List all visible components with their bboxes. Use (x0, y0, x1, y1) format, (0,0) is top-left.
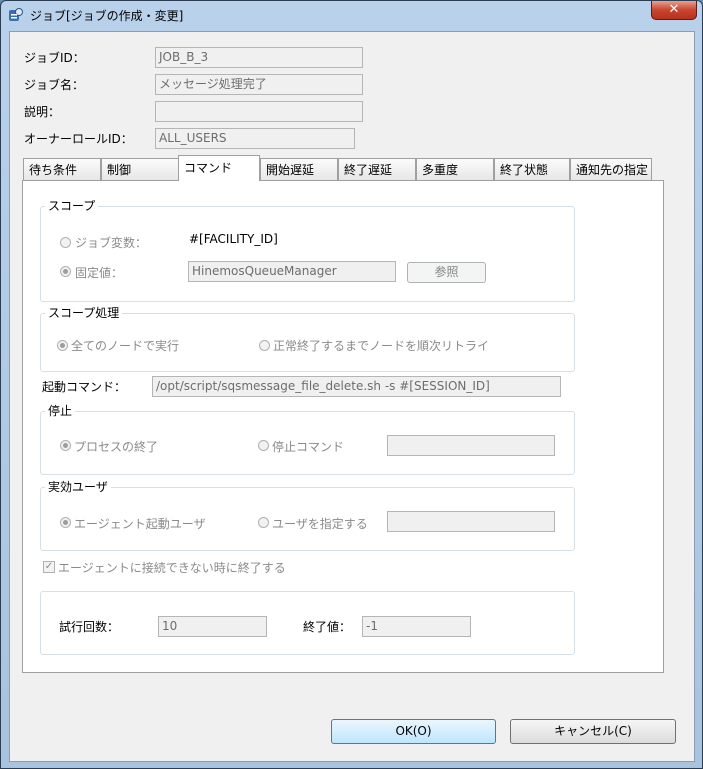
job-id-field[interactable]: JOB_B_3 (155, 47, 363, 68)
retry-count-label: 試行回数： (59, 620, 120, 634)
stop-group-title: 停止 (45, 402, 76, 419)
specify-user-label: ユーザを指定する (272, 517, 368, 531)
job-variable-label: ジョブ変数： (75, 236, 148, 250)
stop-command-field[interactable] (387, 435, 555, 456)
end-value-label: 終了値： (303, 620, 352, 634)
agent-disconnect-label: エージェントに接続できない時に終了する (58, 561, 286, 575)
agent-user-label: エージェント起動ユーザ (74, 517, 206, 531)
owner-role-label: オーナーロールID： (24, 132, 133, 146)
description-label: 説明： (24, 105, 61, 119)
job-name-label: ジョブ名： (24, 78, 85, 92)
retry-nodes-label: 正常終了するまでノードを順次リトライ (273, 339, 490, 353)
app-icon (9, 8, 23, 21)
job-name-field[interactable]: メッセージ処理完了 (155, 74, 363, 95)
dialog-window: ジョブ[ジョブの作成・変更] ✕ ジョブID： JOB_B_3 ジョブ名： メッ… (0, 0, 703, 769)
owner-role-field[interactable]: ALL_USERS (155, 128, 355, 149)
tab-wait-condition[interactable]: 待ち条件 (23, 158, 101, 180)
ok-button[interactable]: OK(O) (331, 719, 496, 744)
tab-start-delay[interactable]: 開始遅延 (260, 158, 338, 180)
tab-notification[interactable]: 通知先の指定 (570, 158, 652, 180)
tab-command[interactable]: コマンド (178, 155, 260, 181)
effective-user-title: 実効ユーザ (45, 478, 111, 495)
retry-count-field[interactable]: 10 (158, 616, 267, 637)
scope-processing-title: スコープ処理 (45, 304, 123, 321)
job-variable-value: #[FACILITY_ID] (189, 232, 278, 246)
cancel-button[interactable]: キャンセル(C) (510, 719, 676, 744)
all-nodes-label: 全てのノードで実行 (71, 339, 180, 353)
close-icon: ✕ (668, 2, 680, 17)
fixed-value-radio[interactable] (60, 266, 71, 277)
tab-end-status[interactable]: 終了状態 (494, 158, 570, 180)
specify-user-radio[interactable] (258, 517, 269, 528)
title-bar[interactable]: ジョブ[ジョブの作成・変更] ✕ (1, 1, 702, 29)
process-end-label: プロセスの終了 (74, 440, 159, 454)
tab-multiplicity[interactable]: 多重度 (416, 158, 494, 180)
start-command-label: 起動コマンド： (42, 380, 127, 394)
all-nodes-radio[interactable] (57, 340, 68, 351)
browse-button[interactable]: 参照 (407, 262, 486, 283)
scope-group (40, 206, 575, 302)
fixed-value-label: 固定値： (75, 266, 124, 280)
stop-command-label: 停止コマンド (272, 440, 345, 454)
job-id-label: ジョブID： (24, 51, 85, 65)
close-button[interactable]: ✕ (651, 1, 697, 20)
effective-user-field[interactable] (387, 511, 555, 532)
job-variable-radio[interactable] (60, 237, 71, 248)
description-field[interactable] (155, 101, 363, 122)
command-tab-panel: スコープ ジョブ変数： #[FACILITY_ID] 固定値： HinemosQ… (22, 180, 664, 673)
tab-end-delay[interactable]: 終了遅延 (338, 158, 416, 180)
agent-user-radio[interactable] (60, 517, 71, 528)
tab-control[interactable]: 制御 (101, 158, 179, 180)
process-end-radio[interactable] (60, 440, 71, 451)
end-value-field[interactable]: -1 (362, 616, 471, 637)
fixed-value-field[interactable]: HinemosQueueManager (188, 261, 396, 282)
stop-command-radio[interactable] (258, 440, 269, 451)
check-mark-icon: ✓ (44, 561, 54, 572)
retry-nodes-radio[interactable] (259, 340, 270, 351)
agent-disconnect-checkbox[interactable]: ✓ (43, 561, 55, 573)
start-command-field[interactable]: /opt/script/sqsmessage_file_delete.sh -s… (152, 376, 561, 397)
scope-group-title: スコープ (45, 197, 99, 214)
window-title: ジョブ[ジョブの作成・変更] (30, 9, 184, 23)
